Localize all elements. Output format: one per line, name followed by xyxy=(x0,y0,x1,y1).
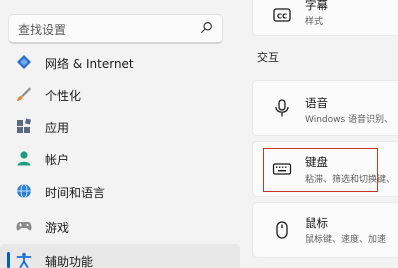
nav-item-label: 帐户 xyxy=(45,153,70,167)
card-title: 键盘 xyxy=(305,155,328,169)
settings-nav-pane: 查找设置 网络 & Internet 个性化 应用 帐户 时间和语言 游戏 辅助… xyxy=(0,0,240,268)
apps-icon xyxy=(17,118,31,133)
network-diamond-icon xyxy=(17,55,31,69)
search-placeholder: 查找设置 xyxy=(18,23,67,37)
card-title: 鼠标 xyxy=(305,216,328,230)
card-title: 语音 xyxy=(305,96,328,110)
search-box[interactable]: 查找设置 xyxy=(8,14,223,44)
brush-icon xyxy=(17,87,31,101)
svg-text:CC: CC xyxy=(277,12,287,20)
time-language-icon xyxy=(17,183,31,199)
microphone-icon xyxy=(275,99,289,117)
section-title-interaction: 交互 xyxy=(257,51,279,64)
captions-card[interactable]: CC 字幕 样式 xyxy=(252,0,398,36)
active-indicator xyxy=(7,252,10,268)
nav-item-personalization[interactable]: 个性化 xyxy=(0,78,240,110)
nav-item-label: 网络 & Internet xyxy=(45,57,134,71)
nav-item-network[interactable]: 网络 & Internet xyxy=(0,46,240,78)
account-icon xyxy=(17,151,31,166)
keyboard-card[interactable]: 键盘 粘滞、筛选和切换键、 xyxy=(252,141,398,197)
nav-item-label: 游戏 xyxy=(45,221,70,235)
card-subtitle: 粘滞、筛选和切换键、 xyxy=(305,175,396,185)
search-icon[interactable] xyxy=(200,21,213,34)
nav-item-label: 个性化 xyxy=(45,89,82,103)
cc-icon: CC xyxy=(273,8,291,22)
mouse-card[interactable]: 鼠标 鼠标键、速度、加速 xyxy=(252,202,398,258)
card-title: 字幕 xyxy=(305,0,328,12)
keyboard-icon xyxy=(272,163,292,175)
nav-item-label: 应用 xyxy=(45,121,70,135)
accessibility-icon xyxy=(16,252,32,268)
nav-item-time-language[interactable]: 时间和语言 xyxy=(0,175,240,207)
gamepad-icon xyxy=(16,222,32,231)
card-subtitle: Windows 语音识别、 xyxy=(305,115,394,125)
nav-item-label: 时间和语言 xyxy=(45,186,106,200)
mouse-icon xyxy=(276,221,288,239)
card-subtitle: 样式 xyxy=(305,17,324,27)
nav-item-apps[interactable]: 应用 xyxy=(0,110,240,142)
settings-content-pane: CC 字幕 样式 交互 语音 Windows 语音识别、 键盘 粘滞、筛选和切换… xyxy=(240,0,398,268)
nav-item-gaming[interactable]: 游戏 xyxy=(0,210,240,242)
speech-card[interactable]: 语音 Windows 语音识别、 xyxy=(252,80,398,136)
card-subtitle: 鼠标键、速度、加速 xyxy=(305,235,387,245)
nav-item-accessibility[interactable]: 辅助功能 xyxy=(0,244,240,268)
nav-item-label: 辅助功能 xyxy=(45,255,94,268)
nav-item-accounts[interactable]: 帐户 xyxy=(0,142,240,174)
